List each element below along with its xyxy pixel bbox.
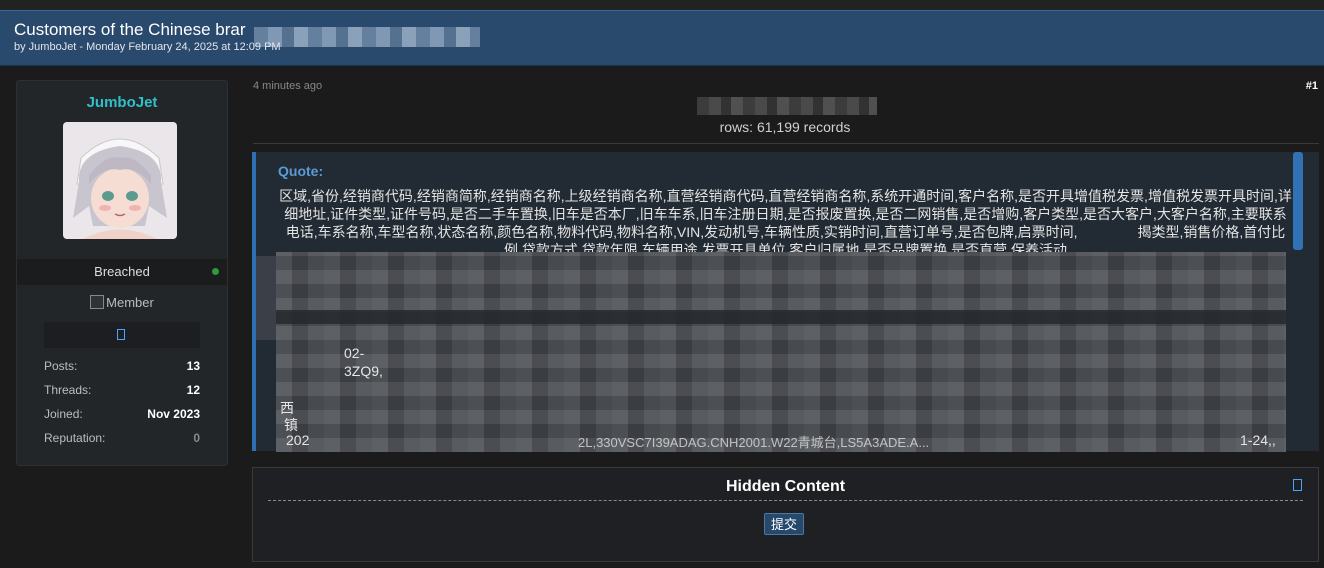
post-number[interactable]: #1 [1290,80,1318,92]
hidden-content-title: Hidden Content [725,478,846,495]
stat-value: 12 [186,383,200,397]
rows-count: rows: 61,199 records [719,119,851,135]
stat-label: Posts: [44,359,78,373]
lock-icon[interactable] [1293,479,1302,491]
author-username[interactable]: JumboJet [17,94,227,111]
thread-byline: by JumboJet - Monday February 24, 2025 a… [14,41,281,53]
post-divider [253,143,1319,144]
stat-value: 13 [186,359,200,373]
online-status-dot [212,268,219,275]
quote-scrollbar[interactable] [1293,152,1303,250]
badge-icon[interactable] [117,329,125,340]
user-status-text: Breached [94,264,150,279]
author-avatar[interactable] [63,122,177,239]
stat-posts: Posts: 13 [44,359,200,377]
stat-reputation: Reputation: 0 [44,431,200,449]
stat-value: Nov 2023 [147,407,200,421]
post-timestamp[interactable]: 4 minutes ago [253,80,322,92]
redaction-mosaic-band [276,310,1286,324]
author-sidebar: JumboJet Breached Member Posts: 13 Threa… [16,80,228,466]
stat-joined: Joined: Nov 2023 [44,407,200,425]
redacted-text [697,97,877,115]
member-group-image: Member [17,295,227,310]
quote-fragment: 1-24,, [1240,432,1276,448]
quote-fragment: 02- [344,345,365,361]
hidden-content-box: Hidden Content 提交 [252,467,1319,562]
stat-label: Joined: [44,407,83,421]
quote-fragment: 2L,330VSC7I39ADAG.CNH2001.W22青城台,LS5A3AD… [578,435,930,450]
stat-label: Reputation: [44,431,106,445]
avatar-image [63,122,177,239]
quote-fragment: 3ZQ9, [344,363,383,379]
redacted-title-area [254,27,480,47]
member-image-alt: Member [106,295,154,310]
broken-image-icon [90,295,105,309]
hidden-content-separator [268,500,1303,501]
redaction-mosaic-left [256,256,276,340]
redaction-mosaic [276,252,1286,452]
quote-fragment: 202 [286,432,310,448]
thread-title: Customers of the Chinese brar [14,20,246,39]
user-status-bar: Breached [17,259,227,285]
stat-threads: Threads: 12 [44,383,200,401]
stat-value: 0 [193,431,200,445]
submit-button[interactable]: 提交 [764,513,804,535]
stat-label: Threads: [44,383,92,397]
user-badges [44,322,200,348]
quote-label: Quote: [278,163,324,179]
thread-header: Customers of the Chinese brar by JumboJe… [0,10,1324,66]
quote-text: 区域,省份,经销商代码,经销商简称,经销商名称,上级经销商名称,直营经销商代码,… [278,187,1293,259]
